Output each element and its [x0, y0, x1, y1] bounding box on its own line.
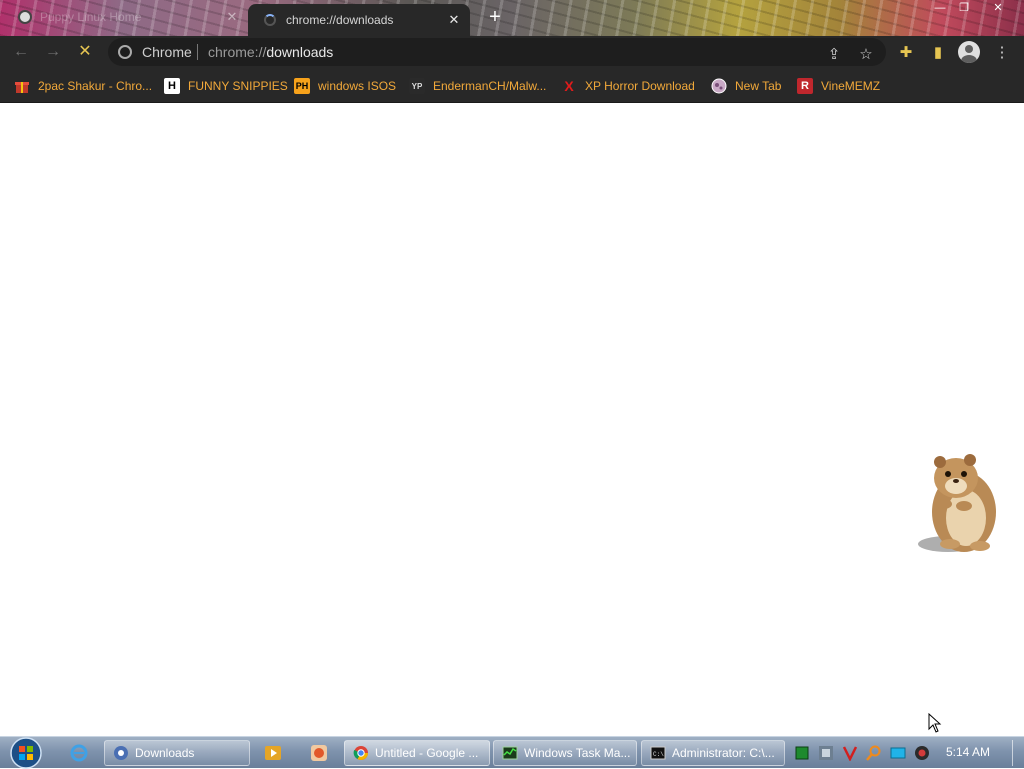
- extensions-puzzle-icon[interactable]: ✚: [896, 43, 916, 63]
- forward-arrow-icon[interactable]: →: [42, 41, 64, 63]
- chrome-icon: [353, 746, 368, 760]
- record-tray-icon[interactable]: [914, 745, 930, 761]
- x-logo-icon: X: [564, 78, 574, 94]
- bookmark-new-tab[interactable]: New Tab: [711, 76, 781, 96]
- side-panel-icon[interactable]: ▮: [928, 43, 948, 63]
- browser-toolbar: ← → ✕ Chrome chrome://downloads ⇪ ☆ ✚ ▮ …: [0, 36, 1024, 69]
- loading-spinner-icon: [264, 14, 276, 26]
- url-scheme: chrome://: [208, 44, 267, 60]
- restore-icon[interactable]: ❐: [952, 0, 976, 18]
- close-window-icon[interactable]: ✕: [986, 0, 1010, 18]
- tab-puppy-linux-home[interactable]: Puppy Linux Home ✕: [10, 0, 248, 34]
- task-manager-icon: [502, 746, 518, 760]
- h-logo-icon: H: [164, 78, 180, 94]
- bookmark-vinememz[interactable]: R VineMEMZ: [797, 76, 880, 96]
- browser-tab-strip: Puppy Linux Home ✕ chrome://downloads ✕ …: [0, 0, 1024, 36]
- start-button-orb[interactable]: [8, 737, 44, 769]
- bookmark-label: VineMEMZ: [821, 79, 881, 93]
- globe-icon: [711, 78, 727, 94]
- mouse-pointer-icon: [928, 713, 942, 733]
- display-tray-icon[interactable]: [890, 745, 906, 761]
- bookmark-label: 2pac Shakur - Chro...: [38, 79, 153, 93]
- bookmark-label: XP Horror Download: [585, 79, 695, 93]
- profile-avatar-icon[interactable]: [958, 41, 980, 63]
- svg-text:C:\: C:\: [653, 751, 664, 758]
- tab-title: Puppy Linux Home: [40, 10, 142, 24]
- v-tray-icon[interactable]: [842, 745, 858, 761]
- taskbar-item-label: Windows Task Ma...: [524, 746, 631, 760]
- network-tray-icon[interactable]: [818, 745, 834, 761]
- share-icon[interactable]: ⇪: [824, 45, 844, 65]
- paint-app-icon[interactable]: [310, 744, 328, 762]
- bookmark-label: FUNNY SNIPPIES: [188, 79, 288, 93]
- new-tab-button[interactable]: +: [484, 6, 506, 28]
- search-magnifier-tray-icon[interactable]: [866, 745, 882, 761]
- taskbar-item-downloads[interactable]: Downloads: [104, 740, 250, 766]
- windows-taskbar: Downloads Untitled - Google ... Windows …: [0, 736, 1024, 769]
- omnibox-chip: Chrome: [142, 44, 192, 60]
- minimize-icon[interactable]: —: [928, 0, 952, 18]
- bookmark-windows-isos[interactable]: PH windows ISOS: [294, 76, 396, 96]
- taskbar-item-google-chrome[interactable]: Untitled - Google ...: [344, 740, 490, 766]
- chrome-downloads-icon: [114, 746, 128, 760]
- yp-logo-icon: YP: [409, 78, 425, 94]
- tab-downloads[interactable]: chrome://downloads ✕: [248, 4, 470, 36]
- bookmark-label: windows ISOS: [318, 79, 397, 93]
- taskbar-clock[interactable]: 5:14 AM: [946, 745, 990, 759]
- ph-logo-icon: PH: [294, 78, 310, 94]
- menu-kebab-icon[interactable]: ⋮: [992, 43, 1012, 63]
- green-tray-icon[interactable]: [794, 745, 810, 761]
- taskbar-item-label: Untitled - Google ...: [375, 746, 479, 760]
- omnibox-url[interactable]: chrome://downloads: [208, 44, 333, 60]
- back-arrow-icon[interactable]: ←: [10, 41, 32, 63]
- linux-favicon-icon: [18, 10, 32, 24]
- bookmark-label: EndermanCH/Malw...: [433, 79, 547, 93]
- bookmark-endermanch[interactable]: YP EndermanCH/Malw...: [409, 76, 546, 96]
- taskbar-item-command-prompt[interactable]: C:\ Administrator: C:\...: [641, 740, 785, 766]
- hamster-desktop-pet[interactable]: [914, 448, 1002, 556]
- bookmark-2pac-shakur[interactable]: 2pac Shakur - Chro...: [14, 76, 152, 96]
- address-bar[interactable]: Chrome chrome://downloads ⇪ ☆: [108, 38, 886, 66]
- bookmark-star-icon[interactable]: ☆: [856, 45, 876, 65]
- taskbar-item-label: Downloads: [135, 746, 195, 760]
- taskbar-item-task-manager[interactable]: Windows Task Ma...: [493, 740, 637, 766]
- chrome-logo-icon: [118, 45, 132, 59]
- downloads-page-content: [0, 103, 1024, 735]
- show-desktop-button[interactable]: [1012, 740, 1023, 766]
- internet-explorer-icon[interactable]: [70, 744, 88, 762]
- url-host: downloads: [266, 44, 334, 60]
- bookmark-funny-snippies[interactable]: H FUNNY SNIPPIES: [164, 76, 288, 96]
- bookmark-label: New Tab: [735, 79, 782, 93]
- tab-close-icon[interactable]: ✕: [444, 12, 464, 28]
- media-player-icon[interactable]: [264, 744, 282, 762]
- tab-close-icon[interactable]: ✕: [222, 9, 242, 25]
- bookmark-xp-horror-download[interactable]: X XP Horror Download: [561, 76, 695, 96]
- tab-title: chrome://downloads: [286, 13, 394, 27]
- taskbar-item-label: Administrator: C:\...: [672, 746, 775, 760]
- r-logo-icon: R: [797, 78, 813, 94]
- bookmarks-bar: 2pac Shakur - Chro... H FUNNY SNIPPIES P…: [0, 69, 1024, 103]
- stop-loading-icon[interactable]: ✕: [74, 41, 96, 63]
- omnibox-divider: [197, 44, 198, 60]
- gift-icon: [14, 78, 30, 94]
- command-prompt-icon: C:\: [650, 746, 666, 760]
